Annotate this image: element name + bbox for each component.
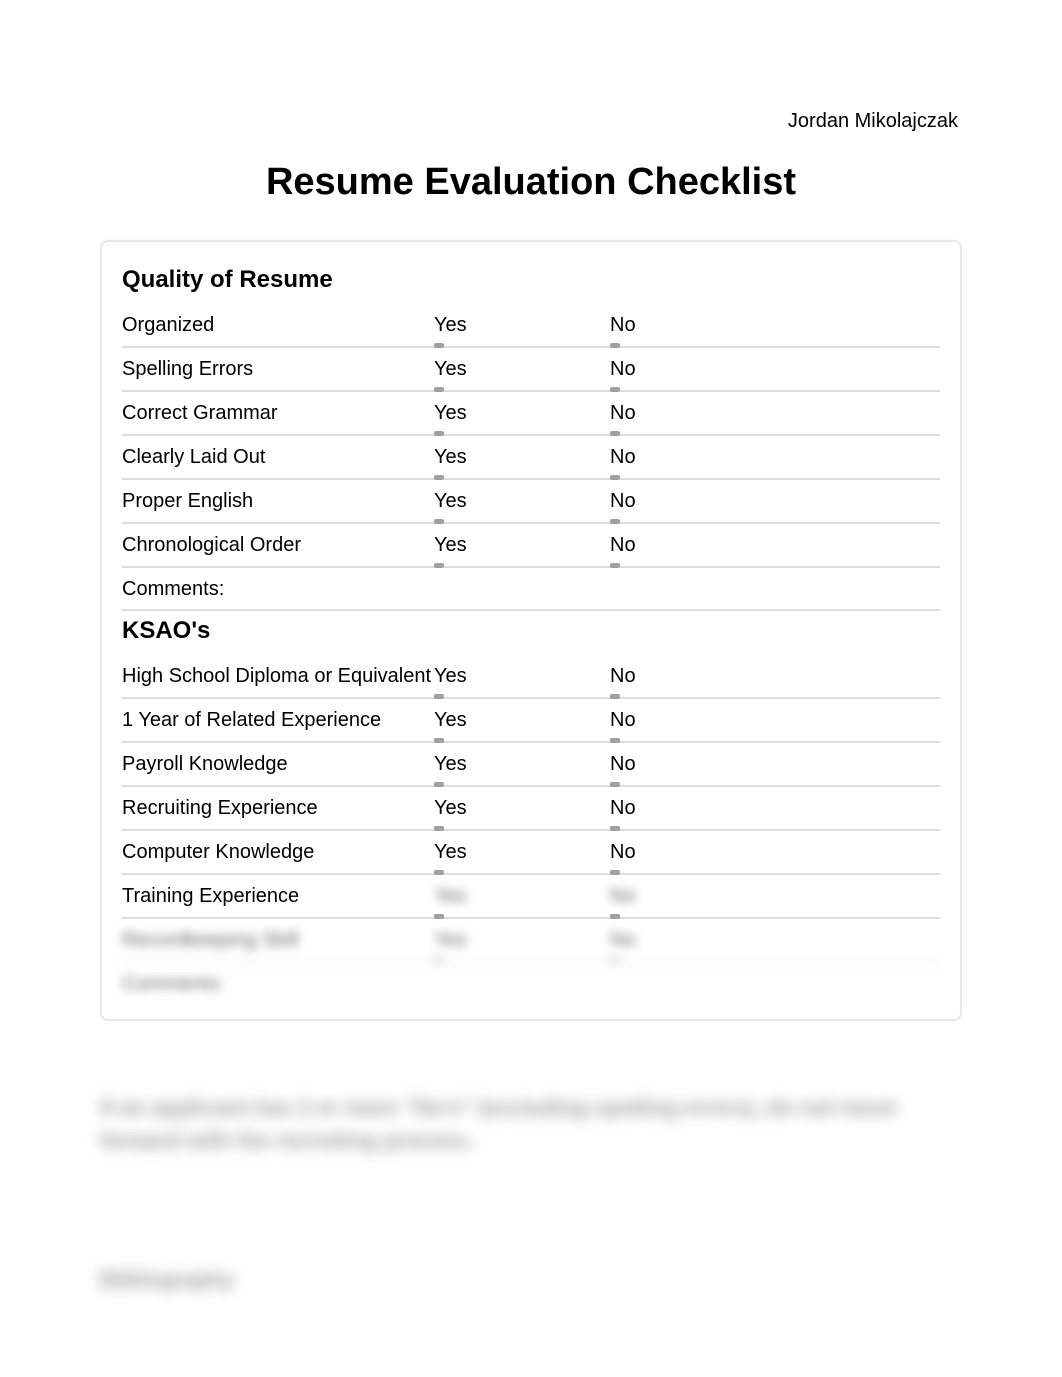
no-cell: No: [610, 314, 940, 337]
criterion-label: Chronological Order: [122, 534, 434, 557]
checklist-card: Quality of Resume Organized Yes No Spell…: [100, 240, 962, 1021]
no-cell: No: [610, 446, 940, 469]
no-cell: No: [610, 665, 940, 688]
criterion-label: High School Diploma or Equivalent: [122, 665, 434, 688]
table-row: Training Experience Yes No: [122, 875, 940, 919]
author-name: Jordan Mikolajczak: [100, 110, 962, 133]
table-row: Recruiting Experience Yes No: [122, 787, 940, 831]
comments-label: Comments:: [122, 578, 434, 601]
table-row: Clearly Laid Out Yes No: [122, 436, 940, 480]
footer-note-line1: If an applicant has 3 or more "No's" (ex…: [100, 1095, 897, 1120]
section-heading-quality: Quality of Resume: [122, 266, 940, 294]
table-row: Chronological Order Yes No: [122, 524, 940, 568]
table-row: 1 Year of Related Experience Yes No: [122, 699, 940, 743]
yes-cell: Yes: [434, 534, 610, 557]
yes-cell: Yes: [434, 402, 610, 425]
table-row: High School Diploma or Equivalent Yes No: [122, 655, 940, 699]
criterion-label: Payroll Knowledge: [122, 753, 434, 776]
yes-cell: Yes: [434, 358, 610, 381]
yes-cell: Yes: [434, 841, 610, 864]
yes-cell: Yes: [434, 446, 610, 469]
yes-cell: Yes: [434, 753, 610, 776]
no-cell: No: [610, 358, 940, 381]
yes-cell: Yes: [434, 314, 610, 337]
no-cell: No: [610, 797, 940, 820]
table-row: Spelling Errors Yes No: [122, 348, 940, 392]
criterion-label: Training Experience: [122, 885, 434, 908]
yes-cell: Yes: [434, 490, 610, 513]
yes-cell: Yes: [434, 797, 610, 820]
yes-cell: Yes: [434, 709, 610, 732]
criterion-label: Recordkeeping Skill: [122, 929, 434, 952]
no-cell: No: [610, 709, 940, 732]
criterion-label: Computer Knowledge: [122, 841, 434, 864]
section-heading-ksao: KSAO's: [122, 617, 940, 645]
no-cell: No: [610, 402, 940, 425]
comments-row: Comments:: [122, 568, 940, 611]
page-title: Resume Evaluation Checklist: [100, 161, 962, 204]
table-row: Payroll Knowledge Yes No: [122, 743, 940, 787]
yes-cell: Yes: [434, 665, 610, 688]
criterion-label: Organized: [122, 314, 434, 337]
yes-cell: Yes: [434, 885, 610, 908]
no-cell: No: [610, 929, 940, 952]
comments-row: Comments:: [122, 963, 940, 1005]
no-cell: No: [610, 841, 940, 864]
table-row: Proper English Yes No: [122, 480, 940, 524]
table-row: Recordkeeping Skill Yes No: [122, 919, 940, 963]
no-cell: No: [610, 534, 940, 557]
criterion-label: Correct Grammar: [122, 402, 434, 425]
yes-cell: Yes: [434, 929, 610, 952]
table-row: Computer Knowledge Yes No: [122, 831, 940, 875]
footer-note-line2: forward with the recruiting process.: [100, 1128, 474, 1153]
criterion-label: 1 Year of Related Experience: [122, 709, 434, 732]
criterion-label: Recruiting Experience: [122, 797, 434, 820]
no-cell: No: [610, 753, 940, 776]
criterion-label: Spelling Errors: [122, 358, 434, 381]
bibliography-label: Bibliography: [100, 1267, 962, 1293]
footer-note: If an applicant has 3 or more "No's" (ex…: [100, 1091, 962, 1157]
no-cell: No: [610, 885, 940, 908]
comments-label: Comments:: [122, 973, 434, 996]
criterion-label: Clearly Laid Out: [122, 446, 434, 469]
criterion-label: Proper English: [122, 490, 434, 513]
table-row: Organized Yes No: [122, 304, 940, 348]
no-cell: No: [610, 490, 940, 513]
table-row: Correct Grammar Yes No: [122, 392, 940, 436]
